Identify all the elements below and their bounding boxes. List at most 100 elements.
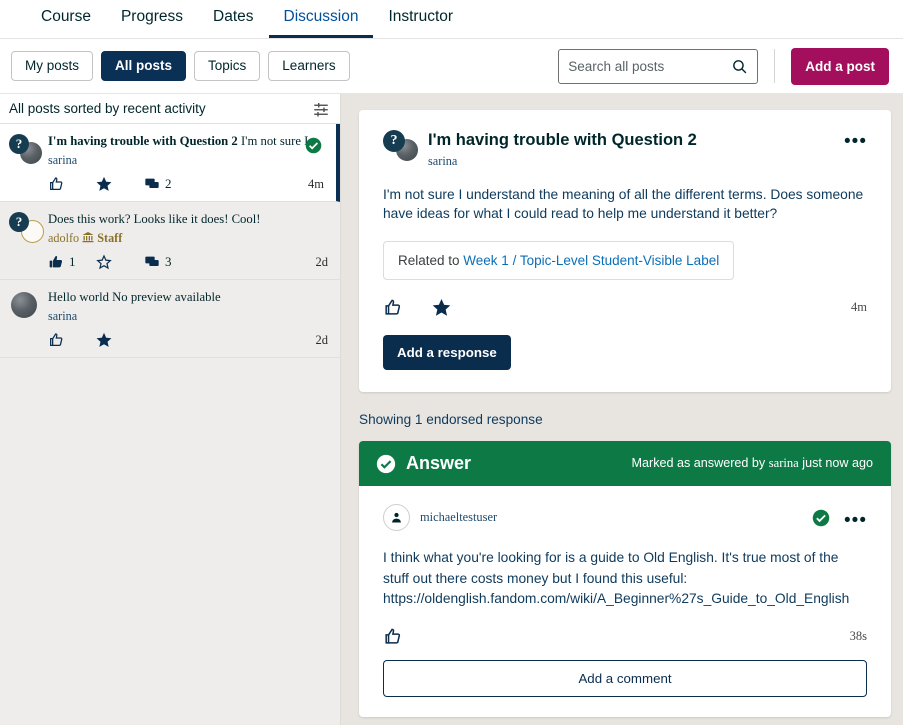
institution-icon [82, 231, 97, 245]
discussion-page: Course Progress Dates Discussion Instruc… [0, 0, 903, 725]
check-circle-icon [376, 454, 396, 474]
filter-learners[interactable]: Learners [268, 51, 349, 82]
nav-item-instructor[interactable]: Instructor [373, 8, 468, 38]
toolbar-right: Add a post [558, 48, 889, 85]
post-title-line: Hello world No preview available [48, 290, 328, 306]
filter-all-posts[interactable]: All posts [101, 51, 186, 82]
like-icon[interactable] [383, 627, 402, 646]
post-list-item-2[interactable]: ? Does this work? Looks like it does! Co… [0, 202, 340, 280]
nav-item-course[interactable]: Course [26, 8, 106, 38]
thread-body: I'm not sure I understand the meaning of… [383, 185, 867, 225]
add-comment-button[interactable]: Add a comment [383, 660, 867, 697]
comment-count[interactable]: 3 [144, 254, 172, 270]
add-response-button[interactable]: Add a response [383, 335, 511, 370]
post-actions: 1 3 [48, 254, 328, 270]
question-badge-icon: ? [383, 130, 405, 152]
post-title-line: I'm having trouble with Question 2 I'm n… [48, 134, 324, 150]
post-time: 2d [316, 333, 329, 348]
sidebar-header: All posts sorted by recent activity [0, 94, 340, 124]
answer-header: michaeltestuser ••• [383, 504, 867, 531]
post-title: Does this work? Looks like it does! Cool… [48, 212, 261, 226]
related-topic-link[interactable]: Week 1 / Topic-Level Student-Visible Lab… [463, 253, 719, 268]
toolbar-divider [774, 49, 775, 83]
thread-header: ? I'm having trouble with Question 2 sar… [383, 130, 867, 169]
post-author: sarina [48, 153, 324, 168]
thread-author: sarina [428, 154, 844, 169]
thread-card: ? I'm having trouble with Question 2 sar… [359, 110, 891, 392]
search-input[interactable] [568, 59, 731, 74]
answer-time: 38s [850, 629, 867, 644]
nav-item-progress[interactable]: Progress [106, 8, 198, 38]
question-badge-icon: ? [9, 212, 29, 232]
staff-label: Staff [97, 231, 122, 245]
post-author: sarina [48, 309, 328, 324]
search-icon[interactable] [731, 58, 748, 75]
star-icon[interactable] [432, 298, 451, 317]
showing-responses-text: Showing 1 endorsed response [359, 412, 891, 427]
post-list-item-1[interactable]: ? I'm having trouble with Question 2 I'm… [0, 124, 340, 202]
post-list-item-3[interactable]: Hello world No preview available sarina [0, 280, 340, 358]
like-icon[interactable] [383, 298, 402, 317]
post-time: 4m [308, 177, 324, 192]
thread-footer: 4m [383, 298, 867, 317]
person-icon [383, 504, 410, 531]
post-title: Hello world [48, 290, 109, 304]
thread-titles: I'm having trouble with Question 2 sarin… [419, 130, 844, 169]
endorsed-check-icon [812, 509, 830, 527]
answer-header-actions: ••• [812, 509, 867, 527]
post-author-name: adolfo [48, 231, 79, 245]
post-actions: 2 4m [48, 176, 324, 192]
post-summary: Hello world No preview available sarina [43, 290, 328, 348]
answer-footer: 38s [383, 627, 867, 646]
like-icon[interactable] [48, 332, 96, 348]
post-author: adolfo Staff [48, 231, 328, 246]
avatar: ? [9, 134, 43, 168]
more-options-icon[interactable]: ••• [844, 509, 867, 526]
discussion-main: ? I'm having trouble with Question 2 sar… [341, 94, 903, 725]
nav-item-dates[interactable]: Dates [198, 8, 269, 38]
thread-time: 4m [851, 300, 867, 315]
avatar [9, 290, 43, 324]
discussion-toolbar: My posts All posts Topics Learners Add a… [0, 39, 903, 94]
answer-card: Answer Marked as answered by sarina just… [359, 441, 891, 716]
answer-text: I think what you're looking for is a gui… [383, 548, 867, 609]
post-title-line: Does this work? Looks like it does! Cool… [48, 212, 328, 228]
post-list: ? I'm having trouble with Question 2 I'm… [0, 124, 340, 725]
related-prefix: Related to [398, 253, 463, 268]
answer-meta-suffix: just now ago [799, 456, 873, 470]
avatar: ? [9, 212, 43, 246]
like-icon[interactable]: 1 [48, 254, 96, 270]
answer-title: Answer [406, 453, 471, 474]
post-actions: 2d [48, 332, 328, 348]
nav-item-discussion[interactable]: Discussion [269, 8, 374, 38]
more-options-icon[interactable]: ••• [844, 130, 867, 147]
comment-count[interactable]: 2 [144, 176, 172, 192]
answer-body: michaeltestuser ••• I think what you [359, 486, 891, 716]
post-summary: I'm having trouble with Question 2 I'm n… [43, 134, 324, 192]
answer-banner: Answer Marked as answered by sarina just… [359, 441, 891, 486]
sidebar-sort-label: All posts sorted by recent activity [9, 101, 312, 116]
endorsed-check-icon [305, 137, 322, 154]
comment-count-value: 2 [165, 176, 172, 192]
search-box[interactable] [558, 49, 758, 84]
post-time: 2d [316, 255, 329, 270]
filter-sliders-icon[interactable] [312, 100, 330, 118]
add-post-button[interactable]: Add a post [791, 48, 889, 85]
filter-topics[interactable]: Topics [194, 51, 260, 82]
post-filter-group: My posts All posts Topics Learners [11, 51, 358, 82]
post-title: I'm having trouble with Question 2 [48, 134, 238, 148]
answer-meta-prefix: Marked as answered by [632, 456, 769, 470]
user-photo-icon [11, 292, 37, 318]
thread-title: I'm having trouble with Question 2 [428, 130, 844, 151]
star-icon[interactable] [96, 254, 144, 270]
like-icon[interactable] [48, 176, 96, 192]
answer-meta-user: sarina [769, 456, 799, 470]
star-icon[interactable] [96, 332, 144, 348]
filter-my-posts[interactable]: My posts [11, 51, 93, 82]
post-summary: Does this work? Looks like it does! Cool… [43, 212, 328, 270]
course-nav: Course Progress Dates Discussion Instruc… [0, 0, 903, 39]
answer-author: michaeltestuser [420, 510, 497, 525]
star-icon[interactable] [96, 176, 144, 192]
answer-meta: Marked as answered by sarina just now ag… [632, 456, 874, 471]
comment-count-value: 3 [165, 254, 172, 270]
